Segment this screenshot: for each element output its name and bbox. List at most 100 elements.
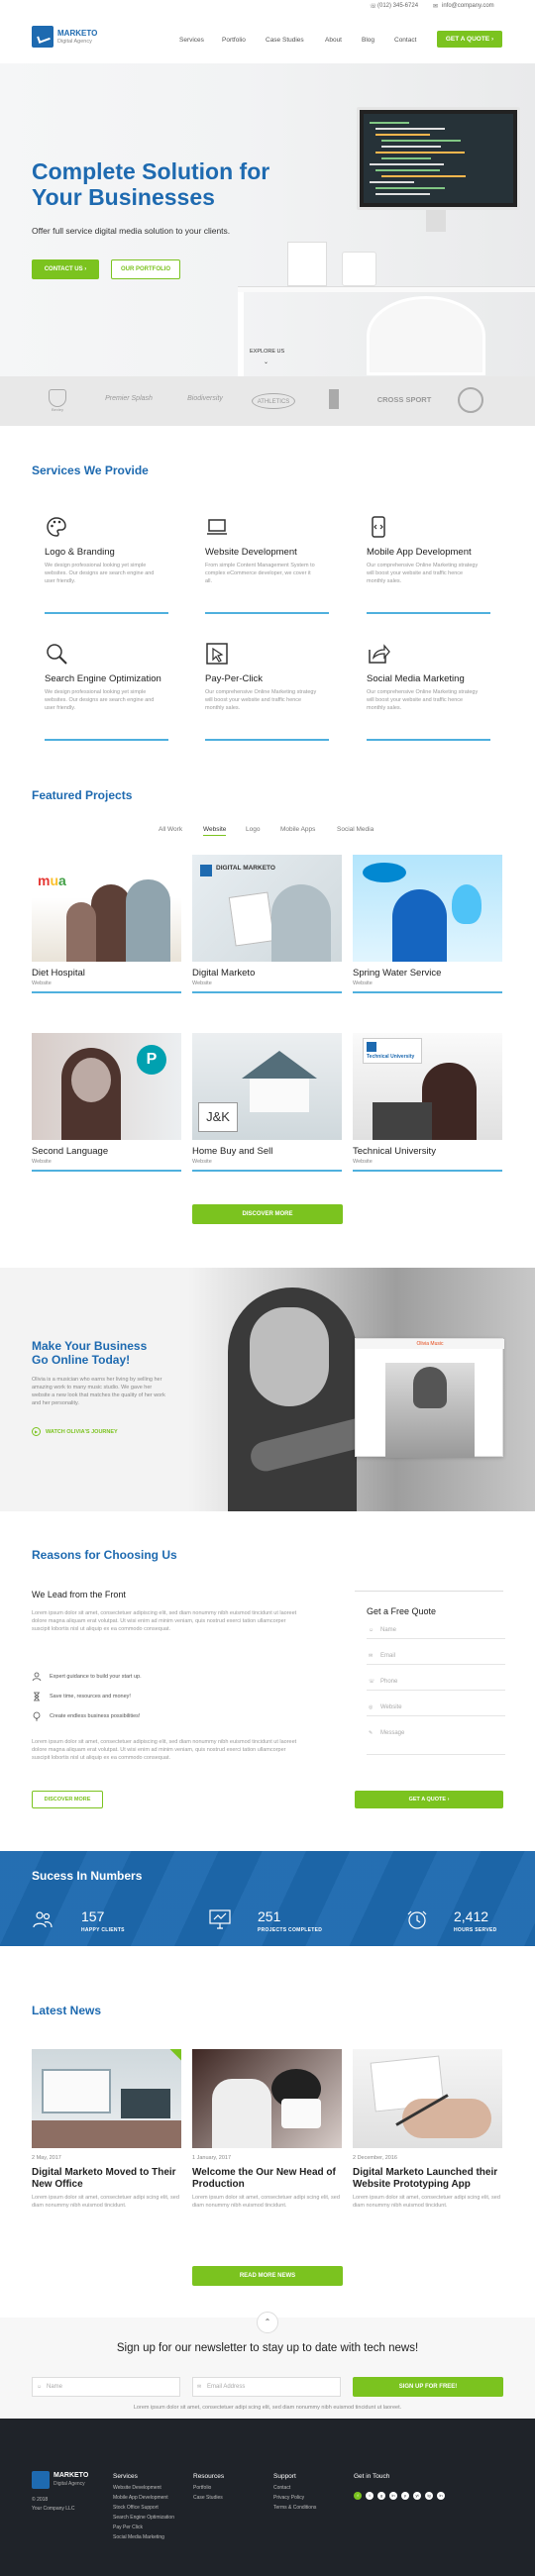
- nav-about[interactable]: About: [325, 37, 342, 44]
- project-card[interactable]: Technical University Technical Universit…: [353, 1033, 502, 1172]
- play-icon[interactable]: ▶: [32, 1427, 41, 1436]
- project-image: DIGITAL MARKETO: [192, 855, 342, 962]
- discover-more-projects-button[interactable]: DISCOVER MORE: [192, 1204, 343, 1224]
- service-card[interactable]: Logo & Branding We design professional l…: [45, 515, 168, 614]
- service-title: Mobile App Development: [367, 547, 472, 558]
- linkedin-icon[interactable]: in: [389, 2492, 397, 2500]
- desk-image: [238, 286, 535, 292]
- footer-link[interactable]: Search Engine Optimization: [113, 2515, 174, 2521]
- hero-title: Complete Solution for Your Businesses: [32, 158, 270, 210]
- nav-portfolio[interactable]: Portfolio: [222, 37, 246, 44]
- quote-name-field[interactable]: ☺ Name: [367, 1622, 505, 1639]
- project-card[interactable]: DIGITAL MARKETO Digital Marketo Website: [192, 855, 342, 993]
- quote-phone-field[interactable]: ☏ Phone: [367, 1674, 505, 1691]
- chevron-down-icon[interactable]: ⌄: [264, 359, 268, 365]
- service-card[interactable]: Search Engine Optimization We design pro…: [45, 642, 168, 741]
- service-card[interactable]: Mobile App Development Our comprehensive…: [367, 515, 490, 614]
- newsletter-signup-button[interactable]: SIGN UP FOR FREE!: [353, 2377, 503, 2397]
- footer-link[interactable]: Portfolio: [193, 2485, 211, 2491]
- youtube-icon[interactable]: yt: [413, 2492, 421, 2500]
- project-card[interactable]: J&K Home Buy and Sell Website: [192, 1033, 342, 1172]
- news-card[interactable]: 2 December, 2016 Digital Marketo Launche…: [353, 2049, 502, 2210]
- reasons-para-2: Lorem ipsum dolor sit amet, consectetuer…: [32, 1739, 297, 1761]
- logo-icon[interactable]: [32, 26, 54, 48]
- project-underline: [353, 1170, 502, 1172]
- footer-link[interactable]: Social Media Marketing: [113, 2534, 164, 2540]
- news-desc: Lorem ipsum dolor sit amet, consectetuer…: [353, 2195, 500, 2209]
- footer-brand-tagline: Digital Agency: [54, 2481, 85, 2487]
- quote-email-field[interactable]: ✉ Email: [367, 1648, 505, 1665]
- project-card[interactable]: P Second Language Website: [32, 1033, 181, 1172]
- service-card[interactable]: Website Development From simple Content …: [205, 515, 329, 614]
- email-icon: ✉: [197, 2384, 202, 2390]
- service-card[interactable]: Pay-Per-Click Our comprehensive Online M…: [205, 642, 329, 741]
- footer-link[interactable]: Pay Per Click: [113, 2524, 143, 2530]
- nav-blog[interactable]: Blog: [362, 37, 374, 44]
- explore-us-link[interactable]: EXPLORE US: [250, 349, 284, 355]
- project-card[interactable]: Spring Water Service Website: [353, 855, 502, 993]
- news-title[interactable]: Digital Marketo Moved to Their New Offic…: [32, 2167, 181, 2190]
- news-title[interactable]: Digital Marketo Launched their Website P…: [353, 2167, 502, 2190]
- news-card[interactable]: 2 May, 2017 Digital Marketo Moved to The…: [32, 2049, 181, 2210]
- service-card[interactable]: Social Media Marketing Our comprehensive…: [367, 642, 490, 741]
- filter-mobile-apps[interactable]: Mobile Apps: [280, 826, 315, 833]
- filter-website[interactable]: Website: [203, 826, 227, 836]
- footer-link[interactable]: Case Studies: [193, 2495, 223, 2501]
- get-quote-button[interactable]: GET A QUOTE ›: [437, 31, 502, 48]
- discover-more-button[interactable]: DISCOVER MORE: [32, 1791, 103, 1808]
- share-icon: [367, 642, 390, 666]
- service-underline: [205, 612, 329, 614]
- read-more-news-button[interactable]: READ MORE NEWS: [192, 2266, 343, 2286]
- laptop-icon: [205, 515, 229, 539]
- facebook-icon[interactable]: f: [354, 2492, 362, 2500]
- client-logo: Biodiversity: [187, 395, 223, 402]
- filter-all-work[interactable]: All Work: [159, 826, 182, 833]
- brand-name[interactable]: MARKETO: [57, 29, 97, 38]
- service-desc: Our comprehensive Online Marketing strat…: [205, 689, 317, 711]
- quote-website-field[interactable]: ◎ Website: [367, 1700, 505, 1716]
- email-icon: ✉: [369, 1653, 374, 1659]
- project-card[interactable]: mua Diet Hospital Website: [32, 855, 181, 993]
- pinterest-icon[interactable]: p: [401, 2492, 409, 2500]
- footer-link[interactable]: Stock Office Support: [113, 2505, 159, 2511]
- footer-link[interactable]: Mobile App Development: [113, 2495, 168, 2501]
- newsletter-name-input[interactable]: ☺ Name: [32, 2377, 180, 2397]
- footer-link[interactable]: Website Development: [113, 2485, 161, 2491]
- quote-message-field[interactable]: ✎ Message: [367, 1725, 505, 1755]
- news-title[interactable]: Welcome the Our New Head of Production: [192, 2167, 342, 2190]
- our-portfolio-button[interactable]: OUR PORTFOLIO: [111, 259, 180, 279]
- topbar-phone[interactable]: (012) 345-6724: [377, 3, 418, 9]
- footer-logo-icon[interactable]: [32, 2471, 50, 2489]
- footer-year: © 2018: [32, 2497, 49, 2503]
- filter-logo[interactable]: Logo: [246, 826, 260, 833]
- instagram-icon[interactable]: ig: [425, 2492, 433, 2500]
- topbar-email[interactable]: info@company.com: [442, 3, 494, 9]
- watch-journey-link[interactable]: WATCH OLIVIA'S JOURNEY: [46, 1429, 118, 1435]
- nav-contact[interactable]: Contact: [394, 37, 416, 44]
- quote-submit-button[interactable]: GET A QUOTE ›: [355, 1791, 503, 1808]
- cursor-icon: [205, 642, 229, 666]
- linkedin-icon[interactable]: in: [437, 2492, 445, 2500]
- footer-company: Your Company LLC: [32, 2506, 75, 2512]
- service-underline: [45, 612, 168, 614]
- news-card[interactable]: 1 January, 2017 Welcome the Our New Head…: [192, 2049, 342, 2210]
- monitor-stand: [426, 210, 446, 232]
- filter-social-media[interactable]: Social Media: [337, 826, 374, 833]
- user-icon: [32, 1672, 42, 1682]
- service-title: Search Engine Optimization: [45, 673, 161, 684]
- service-underline: [367, 739, 490, 741]
- email-icon: ✉: [433, 4, 439, 10]
- twitter-icon[interactable]: t: [366, 2492, 374, 2500]
- project-title: Digital Marketo: [192, 968, 256, 979]
- scroll-top-icon[interactable]: ⌃: [257, 2312, 278, 2333]
- footer-link[interactable]: Terms & Conditions: [273, 2505, 316, 2511]
- service-desc: We design professional looking yet simpl…: [45, 689, 155, 711]
- contact-us-button[interactable]: CONTACT US ›: [32, 259, 99, 279]
- newsletter-email-input[interactable]: ✉ Email Address: [192, 2377, 341, 2397]
- footer-link[interactable]: Contact: [273, 2485, 290, 2491]
- footer-link[interactable]: Privacy Policy: [273, 2495, 304, 2501]
- nav-case-studies[interactable]: Case Studies: [266, 37, 304, 44]
- google-plus-icon[interactable]: g: [377, 2492, 385, 2500]
- nav-services[interactable]: Services: [179, 37, 204, 44]
- project-image: [353, 855, 502, 962]
